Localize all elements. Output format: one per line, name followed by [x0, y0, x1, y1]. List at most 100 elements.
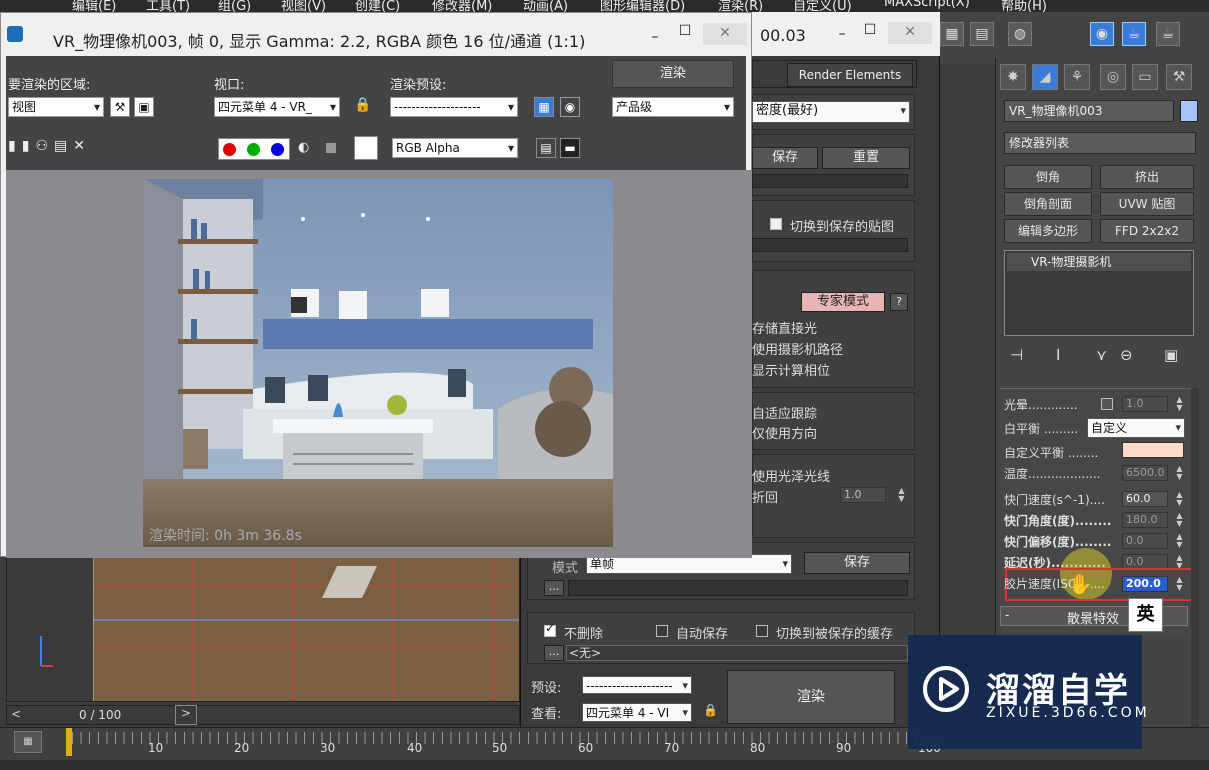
shutter-speed-spinner-arrows[interactable]: ▲ ▼ — [1174, 491, 1185, 507]
reset-button[interactable]: 重置 — [822, 147, 910, 169]
save-image-icon[interactable]: ▮ — [8, 138, 22, 154]
setup-render-button[interactable]: 渲染 — [727, 670, 895, 724]
mini-curve-editor-icon[interactable]: ▦ — [14, 731, 42, 753]
retrace-spinner-arrows[interactable]: ▲ ▼ — [896, 487, 907, 503]
browse-button[interactable]: ... — [544, 580, 564, 596]
menu-modifiers[interactable]: 修改器(M) — [432, 0, 492, 12]
make-unique-icon[interactable]: ⋎ — [1096, 346, 1107, 364]
menu-customize[interactable]: 自定义(U) — [793, 0, 852, 12]
blue-channel-icon[interactable] — [271, 143, 284, 156]
mono-icon[interactable] — [326, 143, 336, 153]
browse-cache-button[interactable]: ... — [544, 645, 564, 661]
ffd-button[interactable]: FFD 2x2x2 — [1100, 219, 1194, 243]
help-button[interactable]: ? — [890, 293, 908, 311]
setup-close-button[interactable]: ✕ — [888, 22, 932, 44]
region-edit-icon[interactable]: ⚒ — [110, 97, 130, 117]
display-tab-icon[interactable]: ▭ — [1132, 64, 1158, 90]
modify-tab-icon[interactable]: ◢ — [1032, 64, 1058, 90]
menu-rendering[interactable]: 渲染(R) — [718, 0, 763, 12]
fb-close-button[interactable]: ✕ — [703, 23, 747, 45]
teapot-render-icon[interactable]: ☕ — [1122, 22, 1146, 46]
white-balance-dropdown[interactable]: 自定义 — [1087, 418, 1185, 438]
display-channel-icon[interactable]: ▤ — [536, 138, 556, 158]
menu-group[interactable]: 组(G) — [218, 0, 251, 12]
menu-graph-editors[interactable]: 图形编辑器(D) — [600, 0, 685, 12]
material-editor-icon[interactable]: ◍ — [1008, 22, 1032, 46]
utilities-tab-icon[interactable]: ⚒ — [1166, 64, 1192, 90]
configure-sets-icon[interactable]: ▣ — [1164, 346, 1178, 364]
extrude-button[interactable]: 挤出 — [1100, 165, 1194, 189]
menu-edit[interactable]: 编辑(E) — [72, 0, 116, 12]
custom-wb-color-swatch[interactable] — [1122, 442, 1184, 458]
lock-viewport-icon[interactable]: 🔒 — [354, 97, 371, 113]
shutter-speed-spinner[interactable]: 60.0 — [1122, 491, 1168, 507]
clear-icon[interactable]: ✕ — [73, 138, 91, 154]
object-color-swatch[interactable] — [1180, 100, 1198, 122]
iso-spinner[interactable]: 200.0 — [1122, 576, 1168, 592]
pin-stack-icon[interactable]: ⊣ — [1010, 346, 1023, 364]
prev-frame-icon[interactable]: < — [11, 707, 21, 721]
alpha-icon[interactable]: ◐ — [298, 140, 309, 155]
monochrome-icon[interactable]: ▬ — [560, 138, 580, 158]
temperature-spinner[interactable]: 6500.0 — [1122, 465, 1168, 481]
expert-mode-button[interactable]: 专家模式 — [801, 292, 885, 312]
switch-saved-cache-checkbox[interactable] — [756, 625, 768, 637]
uvw-map-button[interactable]: UVW 贴图 — [1100, 192, 1194, 216]
fb-maximize-button[interactable]: ☐ — [663, 21, 707, 43]
temperature-spinner-arrows[interactable]: ▲ ▼ — [1174, 465, 1185, 481]
lock-icon[interactable]: 🔒 — [703, 703, 718, 719]
render-setup-icon[interactable]: ▦ — [940, 22, 964, 46]
save-button[interactable]: 保存 — [752, 147, 818, 169]
bevel-button[interactable]: 倒角 — [1004, 165, 1092, 189]
quality-dropdown[interactable]: 产品级 — [612, 97, 734, 117]
environment-icon[interactable]: ◉ — [560, 97, 580, 117]
region-select-icon[interactable]: ▣ — [134, 97, 154, 117]
shutter-offset-spinner[interactable]: 0.0 — [1122, 533, 1168, 549]
motion-tab-icon[interactable]: ◎ — [1100, 64, 1126, 90]
auto-save-checkbox[interactable] — [656, 625, 668, 637]
stack-item[interactable]: VR-物理摄影机 — [1007, 253, 1191, 271]
bevel-profile-button[interactable]: 倒角剖面 — [1004, 192, 1092, 216]
density-dropdown[interactable]: 密度(最好) — [752, 101, 910, 123]
render-production-icon[interactable]: ◉ — [1090, 22, 1114, 46]
copy-image-icon[interactable]: ▮ — [22, 138, 36, 154]
switch-saved-map-checkbox[interactable] — [770, 218, 782, 230]
create-tab-icon[interactable]: ✸ — [1000, 64, 1026, 90]
command-panel-scrollbar[interactable] — [1191, 388, 1199, 728]
show-end-result-icon[interactable]: I — [1056, 346, 1060, 364]
render-frame-icon[interactable]: ▤ — [970, 22, 994, 46]
shutter-offset-spinner-arrows[interactable]: ▲ ▼ — [1174, 533, 1185, 549]
shutter-angle-spinner[interactable]: 180.0 — [1122, 512, 1168, 528]
menu-maxscript[interactable]: MAXScript(X) — [884, 0, 970, 10]
background-color-swatch[interactable] — [354, 136, 378, 160]
iso-spinner-arrows[interactable]: ▲ ▼ — [1174, 576, 1185, 592]
menu-animation[interactable]: 动画(A) — [523, 0, 568, 12]
render-setup-small-icon[interactable]: ▦ — [534, 97, 554, 117]
viewport-dropdown[interactable]: 四元菜单 4 - VR_ — [214, 97, 340, 117]
fb-render-button[interactable]: 渲染 — [612, 60, 734, 88]
clone-icon[interactable]: ⚇ — [35, 138, 54, 154]
shutter-angle-spinner-arrows[interactable]: ▲ ▼ — [1174, 512, 1185, 528]
menu-create[interactable]: 创建(C) — [355, 0, 400, 12]
tab-render-elements[interactable]: Render Elements — [787, 63, 913, 87]
vignetting-checkbox[interactable] — [1101, 398, 1113, 410]
setup-maximize-button[interactable]: ☐ — [848, 20, 892, 42]
active-shade-icon[interactable]: ☕ — [1156, 22, 1180, 46]
retrace-spinner[interactable]: 1.0 — [840, 487, 886, 503]
next-frame-icon[interactable]: > — [175, 705, 197, 725]
area-dropdown[interactable]: 视图 — [8, 97, 104, 117]
green-channel-icon[interactable] — [247, 143, 260, 156]
remove-modifier-icon[interactable]: ⊖ — [1120, 346, 1133, 364]
menu-views[interactable]: 视图(V) — [281, 0, 326, 12]
edit-poly-button[interactable]: 编辑多边形 — [1004, 219, 1092, 243]
vignetting-spinner-arrows[interactable]: ▲ ▼ — [1174, 396, 1185, 412]
save-button-2[interactable]: 保存 — [804, 552, 910, 574]
channel-dropdown[interactable]: RGB Alpha — [392, 138, 518, 158]
perspective-viewport[interactable] — [6, 557, 520, 702]
time-slider[interactable]: < 0 / 100 > — [6, 705, 520, 725]
object-name-field[interactable]: VR_物理像机003 — [1004, 100, 1174, 122]
red-channel-icon[interactable] — [223, 143, 236, 156]
menu-tools[interactable]: 工具(T) — [146, 0, 190, 12]
cache-path-field[interactable]: <无> — [566, 645, 908, 661]
print-icon[interactable]: ▤ — [54, 138, 73, 154]
